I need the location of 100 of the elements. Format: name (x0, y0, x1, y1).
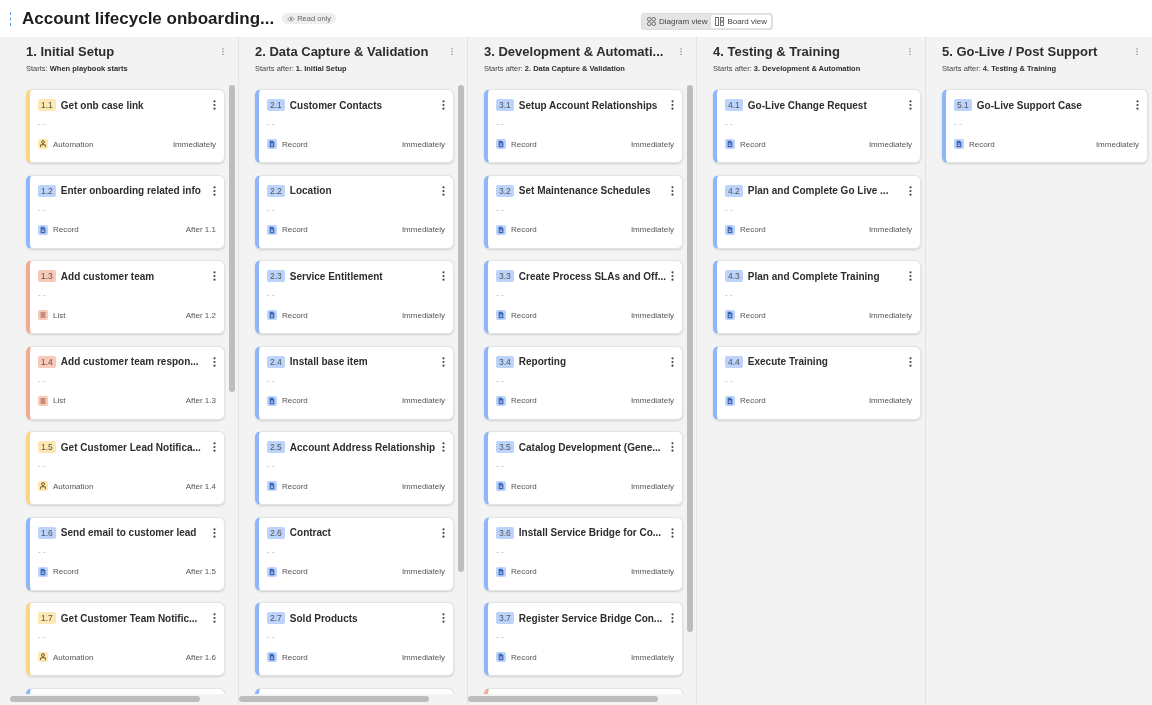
more-icon[interactable] (442, 100, 445, 110)
task-card[interactable]: 2.2 Location - - Record Immediately (255, 174, 454, 249)
automation-icon (38, 139, 48, 149)
task-card[interactable]: 2.7 Sold Products - - Record Immediately (255, 602, 454, 676)
more-icon[interactable] (909, 356, 912, 367)
task-number: 4.4 (725, 355, 743, 368)
scrollbar-thumb[interactable] (10, 695, 200, 702)
more-icon[interactable] (442, 356, 445, 367)
task-card[interactable]: 2.3 Service Entitlement - - Record Immediately (255, 260, 454, 334)
task-number: 2.3 (267, 270, 285, 282)
more-icon[interactable] (671, 527, 674, 538)
task-card[interactable]: 1.6 Send email to customer lead - - Record After 1.5 (26, 516, 225, 591)
task-number: 1.5 (38, 441, 56, 453)
task-card[interactable]: 4.1 Go-Live Change Request - - Record Immediately (713, 89, 921, 163)
task-title: Customer Contacts (289, 99, 384, 111)
more-icon[interactable] (671, 356, 674, 367)
task-description: - - (725, 204, 733, 215)
task-card[interactable]: 5.1 Go-Live Support Case - - Record Immediately (942, 89, 1148, 163)
more-icon[interactable] (442, 185, 445, 196)
task-type: Automation (53, 652, 94, 662)
task-number: 3.6 (496, 526, 514, 539)
task-description: - - (496, 119, 504, 129)
scrollbar-thumb[interactable] (458, 85, 464, 572)
task-title: Add customer team (60, 270, 156, 282)
task-type: Record (511, 652, 537, 662)
task-timing: Immediately (630, 310, 674, 320)
more-icon[interactable] (671, 185, 674, 196)
task-card[interactable]: 3.7 Register Service Bridge Con... - - Record Immediately (484, 602, 683, 676)
task-timing: After 1.1 (185, 225, 216, 234)
task-description: - - (496, 375, 504, 386)
task-card[interactable]: 1.2 Enter onboarding related info - - Record After 1.1 (26, 174, 225, 249)
task-number: 2.5 (267, 441, 285, 453)
task-card[interactable]: 2.5 Account Address Relationship - - Record Immediately (255, 431, 454, 505)
scrollbar-thumb[interactable] (687, 85, 693, 632)
task-card[interactable]: 3.1 Setup Account Relationships - - Record Immediately (484, 89, 683, 163)
task-type: Record (282, 225, 308, 234)
more-icon[interactable] (909, 100, 912, 110)
task-card[interactable]: 1.5 Get Customer Lead Notifica... - - Automation After 1.4 (26, 431, 225, 505)
task-card[interactable]: 4.3 Plan and Complete Training - - Record Immediately (713, 260, 921, 334)
task-card[interactable]: 1.1 Get onb case link - - Automation Immediately (26, 89, 225, 163)
more-icon[interactable] (671, 271, 674, 281)
task-timing: After 1.2 (185, 310, 216, 320)
task-card[interactable]: 3.5 Catalog Development (Gene... - - Record Immediately (484, 431, 683, 505)
more-icon[interactable] (1136, 100, 1139, 110)
scrollbar-thumb[interactable] (239, 695, 429, 702)
list-icon (38, 395, 48, 406)
task-card[interactable]: 4.4 Execute Training - - Record Immediately (713, 345, 921, 420)
task-title: Install Service Bridge for Co... (518, 527, 663, 538)
task-title: Add customer team respon... (60, 356, 200, 367)
more-icon[interactable] (442, 271, 445, 281)
task-timing: Immediately (630, 652, 674, 662)
task-title: Set Maintenance Schedules (518, 185, 652, 196)
more-icon[interactable] (213, 442, 216, 452)
task-title: Register Service Bridge Con... (518, 612, 664, 624)
task-card[interactable]: 3.4 Reporting - - Record Immediately (484, 345, 683, 420)
more-icon[interactable] (442, 527, 445, 538)
document-icon (267, 139, 277, 149)
task-card[interactable]: 1.4 Add customer team respon... - - List After 1.3 (26, 345, 225, 420)
more-icon[interactable] (909, 271, 912, 281)
task-title: Service Entitlement (289, 270, 384, 282)
task-card[interactable]: 4.2 Plan and Complete Go Live ... - - Record Immediately (713, 174, 921, 249)
more-icon[interactable] (213, 356, 216, 367)
task-number: 3.7 (496, 612, 514, 624)
task-description: - - (725, 119, 733, 129)
task-card[interactable]: 1.7 Get Customer Team Notific... - - Automation After 1.6 (26, 602, 225, 676)
task-card[interactable]: 3.2 Set Maintenance Schedules - - Record Immediately (484, 174, 683, 249)
task-timing: After 1.3 (185, 396, 216, 405)
task-timing: Immediately (868, 139, 912, 149)
more-icon[interactable] (213, 185, 216, 196)
task-card[interactable]: 1.3 Add customer team - - List After 1.2 (26, 260, 225, 334)
scrollbar-thumb[interactable] (468, 695, 658, 702)
more-icon[interactable] (442, 613, 445, 623)
more-icon[interactable] (213, 613, 216, 623)
task-card[interactable]: 2.4 Install base item - - Record Immediately (255, 345, 454, 420)
more-icon[interactable] (213, 100, 216, 110)
task-description: - - (38, 119, 46, 129)
column-title: 5. Go-Live / Post Support (942, 43, 1098, 59)
task-card[interactable]: 3.3 Create Process SLAs and Off... - - Record Immediately (484, 260, 683, 334)
task-timing: Immediately (630, 139, 674, 149)
document-icon (267, 310, 277, 320)
task-number: 3.3 (496, 270, 514, 282)
more-icon[interactable] (671, 613, 674, 623)
task-description: - - (496, 632, 504, 642)
more-icon[interactable] (442, 442, 445, 452)
task-description: - - (496, 461, 504, 471)
task-card[interactable]: 2.1 Customer Contacts - - Record Immediately (255, 89, 454, 163)
task-card[interactable]: 3.6 Install Service Bridge for Co... - - Record Immediately (484, 516, 683, 591)
task-timing: Immediately (401, 310, 445, 320)
scrollbar-thumb[interactable] (229, 85, 235, 392)
task-number: 2.6 (267, 526, 285, 539)
view-tab[interactable]: Board view (711, 15, 772, 28)
more-icon[interactable] (671, 100, 674, 110)
task-card[interactable]: 2.6 Contract - - Record Immediately (255, 516, 454, 591)
task-type: Record (511, 396, 537, 405)
more-icon[interactable] (909, 185, 912, 196)
task-title: Get Customer Lead Notifica... (60, 441, 202, 453)
view-tab[interactable]: Diagram view (643, 15, 712, 28)
more-icon[interactable] (213, 527, 216, 538)
more-icon[interactable] (671, 442, 674, 452)
more-icon[interactable] (213, 271, 216, 281)
